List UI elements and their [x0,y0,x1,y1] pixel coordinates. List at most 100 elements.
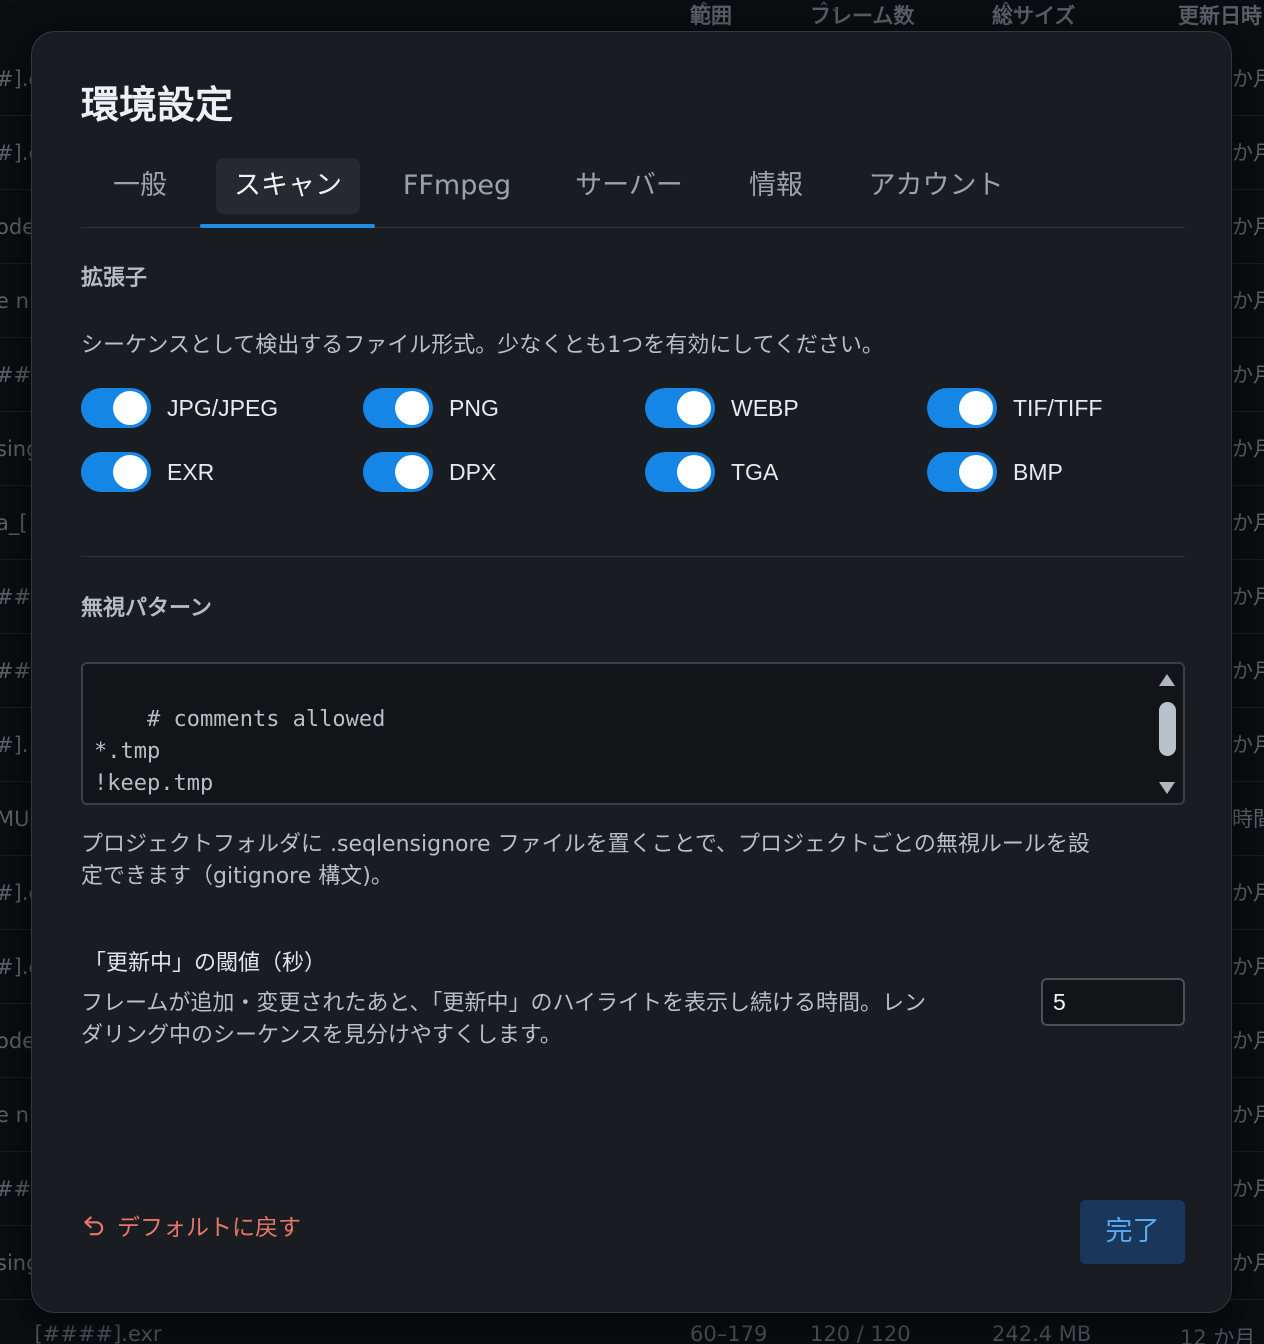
toggle-knob [677,455,711,489]
row-name: _[####].exr [24,1322,162,1344]
column-header-updated: 更新日時 [1178,4,1262,28]
toggle-switch[interactable] [927,452,997,492]
background-row-updated: か月 [1228,1226,1264,1300]
extensions-heading: 拡張子 [81,266,148,291]
background-updated-column: か月か月か月か月か月か月か月か月か月か月時間前か月か月か月か月か月か月 [1228,42,1264,1302]
background-row-updated: 時間前 [1228,782,1264,856]
background-row-name: ode [0,1004,34,1078]
background-row-name: MU [0,782,34,856]
textarea-scrollbar[interactable] [1157,670,1177,798]
active-tab-indicator [200,224,375,228]
background-row-name: sing [0,1226,34,1300]
toggle-knob [113,391,147,425]
toggle-png[interactable]: PNG [363,388,499,428]
sort-icon: ⌃⌄ [818,0,842,16]
toggle-label: TIF/TIFF [1013,394,1103,421]
row-size: 242.4 MB [992,1322,1092,1344]
tab-scan[interactable]: スキャン [216,158,360,214]
background-row-name: #]. [0,708,34,782]
background-row-updated: か月 [1228,264,1264,338]
ignore-help-line: 定できます（gitignore 構文)。 [81,864,393,889]
toggle-knob [395,455,429,489]
background-row-name: #].e [0,856,34,930]
ignore-patterns-textarea[interactable]: # comments allowed *.tmp !keep.tmp cache… [81,662,1185,805]
background-row-updated: か月 [1228,1152,1264,1226]
extensions-description: シーケンスとして検出するファイル形式。少なくとも1つを有効にしてください。 [81,333,884,358]
tab-bar: 一般 スキャン FFmpeg サーバー 情報 アカウント [81,158,1185,228]
background-row-updated: か月 [1228,1004,1264,1078]
background-row-name: ode [0,190,34,264]
tab-info[interactable]: 情報 [731,158,821,214]
background-row-name: a_[ [0,486,34,560]
toggle-switch[interactable] [363,452,433,492]
row-updated: 12 か月 [1180,1326,1256,1344]
dialog-title: 環境設定 [81,83,234,127]
toggle-knob [395,391,429,425]
background-table-row: _[####].exr 60–179 120 / 120 242.4 MB 12… [0,1318,1264,1344]
undo-icon [84,1216,104,1236]
background-name-column: #].e#].eodee n##].singa_[#######].MU#].e… [0,42,34,1302]
threshold-seconds-input[interactable]: 5 [1041,978,1185,1026]
scroll-up-arrow-icon[interactable] [1159,674,1175,686]
toggle-knob [113,455,147,489]
toggle-exr[interactable]: EXR [81,452,214,492]
toggle-label: PNG [449,394,499,421]
background-row-updated: か月 [1228,338,1264,412]
background-row-updated: か月 [1228,708,1264,782]
background-row-name: e n [0,1078,34,1152]
preferences-dialog: 環境設定 一般 スキャン FFmpeg サーバー 情報 アカウント 拡張子 シー… [31,31,1232,1313]
background-row-name: ##]. [0,338,34,412]
toggle-label: WEBP [731,394,799,421]
background-row-name: sing [0,412,34,486]
sort-icon: ⌃⌄ [698,0,722,16]
threshold-description-line: フレームが追加・変更されたあと、「更新中」のハイライトを表示し続ける時間。レン [81,991,927,1016]
reset-defaults-label: デフォルトに戻す [117,1215,301,1241]
background-row-updated: か月 [1228,190,1264,264]
background-row-updated: か月 [1228,856,1264,930]
toggle-webp[interactable]: WEBP [645,388,799,428]
toggle-switch[interactable] [645,388,715,428]
toggle-label: DPX [449,458,497,485]
tab-ffmpeg[interactable]: FFmpeg [387,158,527,214]
toggle-jpg[interactable]: JPG/JPEG [81,388,278,428]
toggle-knob [959,455,993,489]
background-row-updated: か月 [1228,1078,1264,1152]
background-row-updated: か月 [1228,42,1264,116]
row-range: 60–179 [690,1322,768,1344]
toggle-switch[interactable] [927,388,997,428]
toggle-knob [677,391,711,425]
toggle-switch[interactable] [81,452,151,492]
toggle-bmp[interactable]: BMP [927,452,1063,492]
toggle-label: TGA [731,458,779,485]
toggle-switch[interactable] [81,388,151,428]
scroll-down-arrow-icon[interactable] [1159,782,1175,794]
threshold-label: 「更新中」の閾値（秒） [84,951,327,976]
background-row-updated: か月 [1228,930,1264,1004]
background-row-name: #].e [0,116,34,190]
threshold-description: フレームが追加・変更されたあと、「更新中」のハイライトを表示し続ける時間。レン … [81,988,1021,1052]
background-row-name: #].e [0,42,34,116]
background-row-name: ##]. [0,1152,34,1226]
reset-defaults-link[interactable]: デフォルトに戻す [81,1210,301,1241]
ignore-help-text: プロジェクトフォルダに .seqlensignore ファイルを置くことで、プロ… [81,829,1090,893]
background-row-updated: か月 [1228,560,1264,634]
toggle-tga[interactable]: TGA [645,452,778,492]
background-row-name: e n [0,264,34,338]
done-button[interactable]: 完了 [1080,1200,1185,1264]
toggle-dpx[interactable]: DPX [363,452,496,492]
scroll-thumb[interactable] [1159,702,1176,756]
section-divider [81,556,1185,557]
toggle-switch[interactable] [645,452,715,492]
background-row-updated: か月 [1228,412,1264,486]
background-row-name: ### [0,560,34,634]
tab-general[interactable]: 一般 [93,158,187,214]
toggle-tif[interactable]: TIF/TIFF [927,388,1102,428]
ignore-patterns-text[interactable]: # comments allowed *.tmp !keep.tmp cache… [94,707,385,803]
toggle-switch[interactable] [363,388,433,428]
tab-account[interactable]: アカウント [851,158,1021,214]
background-row-name: ### [0,634,34,708]
row-frames: 120 / 120 [810,1322,911,1344]
tab-server[interactable]: サーバー [555,158,703,214]
threshold-description-line: ダリング中のシーケンスを見分けやすくします。 [81,1023,562,1048]
background-row-name: #].e [0,930,34,1004]
